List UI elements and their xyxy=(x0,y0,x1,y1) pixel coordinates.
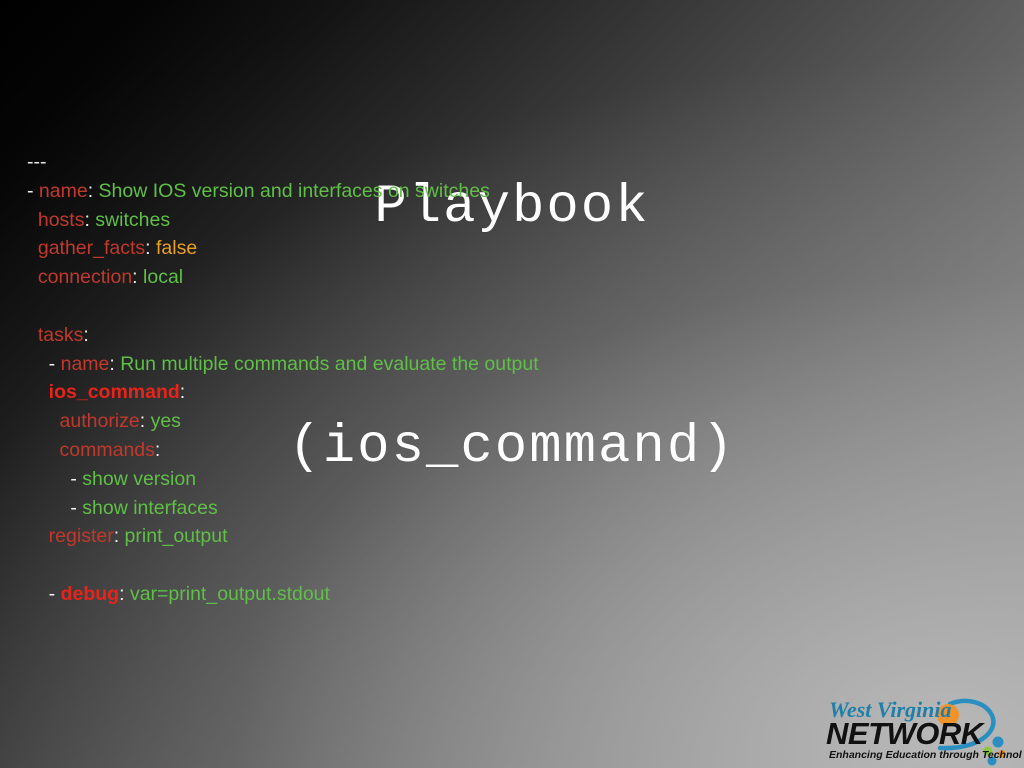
code-line: - debug: var=print_output.stdout xyxy=(27,580,857,609)
code-line: tasks: xyxy=(27,321,857,350)
code-token-key: tasks xyxy=(37,323,84,346)
code-token-colon: : xyxy=(132,266,144,289)
code-line: commands: xyxy=(27,436,857,465)
code-line: register: print_output xyxy=(27,522,857,551)
code-token-key: hosts xyxy=(37,208,85,231)
code-token-value: show version xyxy=(82,467,197,490)
logo-tagline-text: Enhancing Education through Technology xyxy=(829,749,1022,761)
code-token-value: var=print_output.stdout xyxy=(129,582,330,605)
slide-canvas: Playbook (ios_command) --- - name: Show I… xyxy=(0,0,1024,768)
code-line: authorize: yes xyxy=(27,407,857,436)
code-token-value: yes xyxy=(150,410,181,433)
code-token-colon: : xyxy=(113,525,125,548)
code-token-value: local xyxy=(143,266,184,289)
code-token-value: print_output xyxy=(124,525,228,548)
code-token-key-strong: debug xyxy=(60,582,120,605)
code-token-key: commands xyxy=(59,438,155,461)
code-line: - show interfaces xyxy=(27,494,857,523)
code-token-dash: - xyxy=(37,582,61,605)
code-line: - name: Run multiple commands and evalua… xyxy=(27,350,857,379)
code-token-key: connection xyxy=(37,266,133,289)
code-token-colon: : xyxy=(109,352,121,375)
code-line: - show version xyxy=(27,465,857,494)
code-token-marker: --- xyxy=(27,151,47,173)
code-token-key: name xyxy=(60,352,110,375)
code-token-colon: : xyxy=(139,410,151,433)
code-line: - name: Show IOS version and interfaces … xyxy=(27,177,857,206)
code-token-key: authorize xyxy=(59,410,140,433)
code-line: ios_command: xyxy=(27,378,857,407)
code-token-key: gather_facts xyxy=(37,237,146,260)
code-line: --- xyxy=(27,148,857,177)
code-token-value: show interfaces xyxy=(82,496,218,519)
code-line: connection: local xyxy=(27,263,857,292)
code-token-colon: : xyxy=(83,323,89,346)
code-token-value: Show IOS version and interfaces on switc… xyxy=(98,179,490,202)
playbook-code-block: --- - name: Show IOS version and interfac… xyxy=(27,148,857,609)
code-token-colon: : xyxy=(145,237,157,260)
code-token-key: name xyxy=(38,179,88,202)
code-token-value: Run multiple commands and evaluate the o… xyxy=(120,352,539,375)
code-token-boolean: false xyxy=(156,237,198,260)
code-token-key: register xyxy=(48,525,114,548)
code-token-dash: - xyxy=(70,467,83,490)
code-token-colon: : xyxy=(154,438,161,461)
code-token-dash: - xyxy=(70,496,83,519)
logo-wordmark-text: NETWORK xyxy=(826,716,986,751)
code-token-colon: : xyxy=(119,582,130,605)
code-token-colon: : xyxy=(179,381,186,404)
code-token-dash: - xyxy=(27,179,39,202)
blue-dot-icon xyxy=(992,736,1004,748)
code-line: hosts: switches xyxy=(27,206,857,235)
code-line: gather_facts: false xyxy=(27,234,857,263)
code-token-colon: : xyxy=(84,208,96,231)
west-virginia-network-logo: West Virginia NETWORK Enhancing Educatio… xyxy=(822,694,1022,768)
code-token-colon: : xyxy=(87,179,99,202)
code-token-key-strong: ios_command xyxy=(48,381,180,404)
code-token-dash: - xyxy=(37,352,61,375)
code-token-value: switches xyxy=(95,208,171,231)
